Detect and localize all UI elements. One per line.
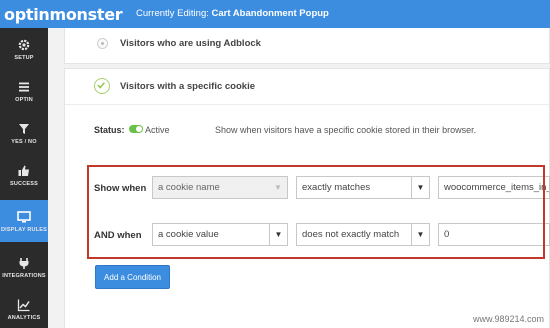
filter-icon <box>19 123 29 134</box>
sidebar-item-label: YES / NO <box>11 138 37 145</box>
checkmark-icon <box>97 82 105 89</box>
sidebar-item-optin[interactable]: OPTIN <box>0 70 48 112</box>
sidebar-item-label: INTEGRATIONS <box>2 272 46 279</box>
monitor-icon <box>17 210 31 222</box>
divider <box>65 104 550 105</box>
sidebar-item-display-rules[interactable]: DISPLAY RULES <box>0 200 48 242</box>
campaign-name: Cart Abandonment Popup <box>211 8 329 19</box>
watermark: www.989214.com <box>472 314 544 324</box>
sidebar-item-label: SETUP <box>14 54 34 61</box>
sidebar-item-success[interactable]: SUCCESS <box>0 154 48 196</box>
rule-card-adblock[interactable]: Visitors who are using Adblock <box>64 28 550 64</box>
editing-prefix: Currently Editing: <box>136 8 209 19</box>
sidebar-item-label: ANALYTICS <box>7 314 41 321</box>
status-label: Status: <box>94 125 125 135</box>
sidebar-item-label: OPTIN <box>15 96 33 103</box>
sidebar-item-label: SUCCESS <box>10 180 38 187</box>
add-condition-button[interactable]: Add a Condition <box>95 265 170 289</box>
rule-toggle-radio[interactable] <box>97 38 108 49</box>
hamburger-icon <box>19 82 29 91</box>
plug-icon <box>19 257 29 269</box>
sidebar-nav: SETUP OPTIN YES / NO SUCCESS DISPLAY RUL… <box>0 28 48 328</box>
sidebar-item-integrations[interactable]: INTEGRATIONS <box>0 246 48 288</box>
status-toggle[interactable] <box>129 125 143 133</box>
line-chart-icon <box>17 299 30 311</box>
rule-title: Visitors with a specific cookie <box>120 81 255 92</box>
currently-editing: Currently Editing: Cart Abandonment Popu… <box>136 8 329 19</box>
rule-title: Visitors who are using Adblock <box>120 38 261 49</box>
sidebar-item-yes-no[interactable]: YES / NO <box>0 112 48 154</box>
logo-text: optinmonster <box>4 4 123 24</box>
gear-icon <box>18 39 30 50</box>
sidebar-item-label: DISPLAY RULES <box>0 226 47 233</box>
top-bar: optinmonster Currently Editing: Cart Aba… <box>0 0 550 28</box>
optinmonster-logo[interactable]: optinmonster <box>4 2 123 26</box>
sidebar-item-setup[interactable]: SETUP <box>0 28 48 70</box>
thumbs-up-icon <box>18 165 29 176</box>
rule-description: Show when visitors have a specific cooki… <box>215 125 477 135</box>
highlight-annotation <box>87 165 545 259</box>
app-window: optinmonster Currently Editing: Cart Aba… <box>0 0 550 328</box>
sidebar-item-analytics[interactable]: ANALYTICS <box>0 288 48 328</box>
status-value: Active <box>145 125 170 135</box>
rule-enabled-check[interactable] <box>94 78 110 94</box>
